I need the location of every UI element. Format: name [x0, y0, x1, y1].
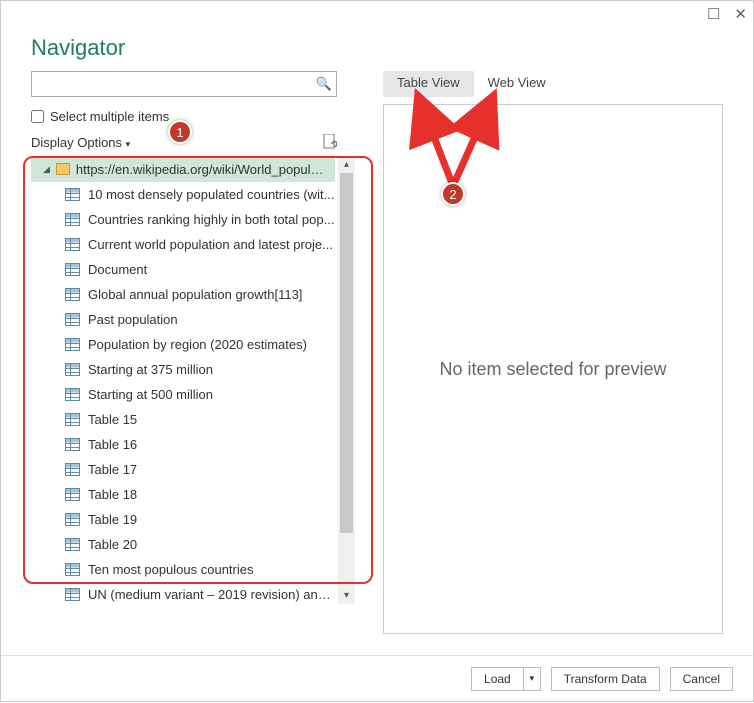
tree-item-label: Global annual population growth[113]: [88, 287, 302, 302]
window-title: Navigator: [31, 35, 125, 61]
transform-data-button[interactable]: Transform Data: [551, 667, 660, 691]
tree-item[interactable]: Table 17: [31, 457, 335, 482]
search-box[interactable]: 🔍: [31, 71, 337, 97]
table-icon: [65, 513, 80, 526]
scroll-up-icon[interactable]: ▴: [338, 156, 355, 173]
tree-item[interactable]: Starting at 500 million: [31, 382, 335, 407]
select-multiple-label: Select multiple items: [50, 109, 169, 124]
tree-item[interactable]: Global annual population growth[113]: [31, 282, 335, 307]
tree-item-label: Past population: [88, 312, 178, 327]
tab-web-view[interactable]: Web View: [474, 71, 560, 97]
tree-scrollbar[interactable]: ▴ ▾: [338, 156, 355, 604]
tree-item[interactable]: Table 15: [31, 407, 335, 432]
view-tabs: Table View Web View: [383, 71, 723, 97]
table-icon: [65, 538, 80, 551]
tree-item-label: UN (medium variant – 2019 revision) and.…: [88, 587, 335, 602]
expand-icon[interactable]: ◢: [43, 164, 50, 175]
table-icon: [65, 213, 80, 226]
annotation-callout-1: 1: [168, 120, 192, 144]
tree-item[interactable]: Current world population and latest proj…: [31, 232, 335, 257]
tree-item-label: Population by region (2020 estimates): [88, 337, 307, 352]
table-icon: [65, 388, 80, 401]
table-icon: [65, 463, 80, 476]
load-dropdown[interactable]: ▾: [523, 667, 541, 691]
search-icon[interactable]: 🔍: [312, 76, 336, 92]
table-icon: [65, 263, 80, 276]
tree-item-label: Countries ranking highly in both total p…: [88, 212, 334, 227]
tree-item[interactable]: Population by region (2020 estimates): [31, 332, 335, 357]
chevron-down-icon: ▾: [126, 139, 131, 149]
table-icon: [65, 313, 80, 326]
table-icon: [65, 338, 80, 351]
navigator-window: ☐ ✕ Navigator 🔍 Select multiple items Di…: [0, 0, 754, 702]
maximize-icon[interactable]: ☐: [707, 5, 720, 23]
tree-item-label: Table 17: [88, 462, 137, 477]
preview-pane: No item selected for preview: [383, 104, 723, 634]
search-input[interactable]: [32, 77, 312, 92]
tree-item-label: Table 18: [88, 487, 137, 502]
table-icon: [65, 588, 80, 601]
load-split-button: Load ▾: [471, 667, 541, 691]
table-icon: [65, 288, 80, 301]
tree-root-label: https://en.wikipedia.org/wiki/World_popu…: [76, 162, 326, 177]
table-icon: [65, 413, 80, 426]
tree-item[interactable]: Document: [31, 257, 335, 282]
tree-root-item[interactable]: ◢ https://en.wikipedia.org/wiki/World_po…: [31, 156, 335, 182]
scroll-thumb[interactable]: [340, 173, 353, 533]
tree-item-label: Table 20: [88, 537, 137, 552]
footer: Load ▾ Transform Data Cancel: [1, 655, 753, 701]
table-icon: [65, 563, 80, 576]
tree-item-label: Ten most populous countries: [88, 562, 253, 577]
tree-item-label: 10 most densely populated countries (wit…: [88, 187, 334, 202]
preview-empty-text: No item selected for preview: [439, 359, 666, 380]
tree-item[interactable]: Table 16: [31, 432, 335, 457]
table-icon: [65, 438, 80, 451]
tree-item[interactable]: Starting at 375 million: [31, 357, 335, 382]
cancel-button[interactable]: Cancel: [670, 667, 733, 691]
tree-item-label: Table 16: [88, 437, 137, 452]
right-panel: Table View Web View No item selected for…: [383, 71, 723, 634]
select-multiple-checkbox[interactable]: [31, 110, 44, 123]
tree: ◢ https://en.wikipedia.org/wiki/World_po…: [31, 156, 335, 604]
left-panel: 🔍 Select multiple items Display Options …: [31, 71, 337, 604]
tree-item[interactable]: Past population: [31, 307, 335, 332]
folder-icon: [56, 163, 70, 175]
table-icon: [65, 488, 80, 501]
tree-item[interactable]: UN (medium variant – 2019 revision) and.…: [31, 582, 335, 604]
table-icon: [65, 363, 80, 376]
scroll-down-icon[interactable]: ▾: [338, 587, 355, 604]
tree-item[interactable]: Table 18: [31, 482, 335, 507]
table-icon: [65, 238, 80, 251]
tree-container: ◢ https://en.wikipedia.org/wiki/World_po…: [31, 156, 355, 604]
tree-item-label: Table 19: [88, 512, 137, 527]
tree-item-label: Table 15: [88, 412, 137, 427]
tree-item[interactable]: Ten most populous countries: [31, 557, 335, 582]
tree-item[interactable]: Table 19: [31, 507, 335, 532]
refresh-icon[interactable]: [323, 134, 337, 150]
annotation-callout-2: 2: [441, 182, 465, 206]
tree-item-label: Starting at 375 million: [88, 362, 213, 377]
tree-item-label: Current world population and latest proj…: [88, 237, 333, 252]
load-button[interactable]: Load: [471, 667, 523, 691]
close-icon[interactable]: ✕: [734, 5, 747, 23]
titlebar: ☐ ✕: [707, 5, 747, 23]
tree-item[interactable]: 10 most densely populated countries (wit…: [31, 182, 335, 207]
table-icon: [65, 188, 80, 201]
tree-item[interactable]: Countries ranking highly in both total p…: [31, 207, 335, 232]
tree-item-label: Starting at 500 million: [88, 387, 213, 402]
tab-table-view[interactable]: Table View: [383, 71, 474, 97]
tree-item[interactable]: Table 20: [31, 532, 335, 557]
tree-item-label: Document: [88, 262, 147, 277]
display-options-button[interactable]: Display Options ▾: [31, 135, 130, 150]
